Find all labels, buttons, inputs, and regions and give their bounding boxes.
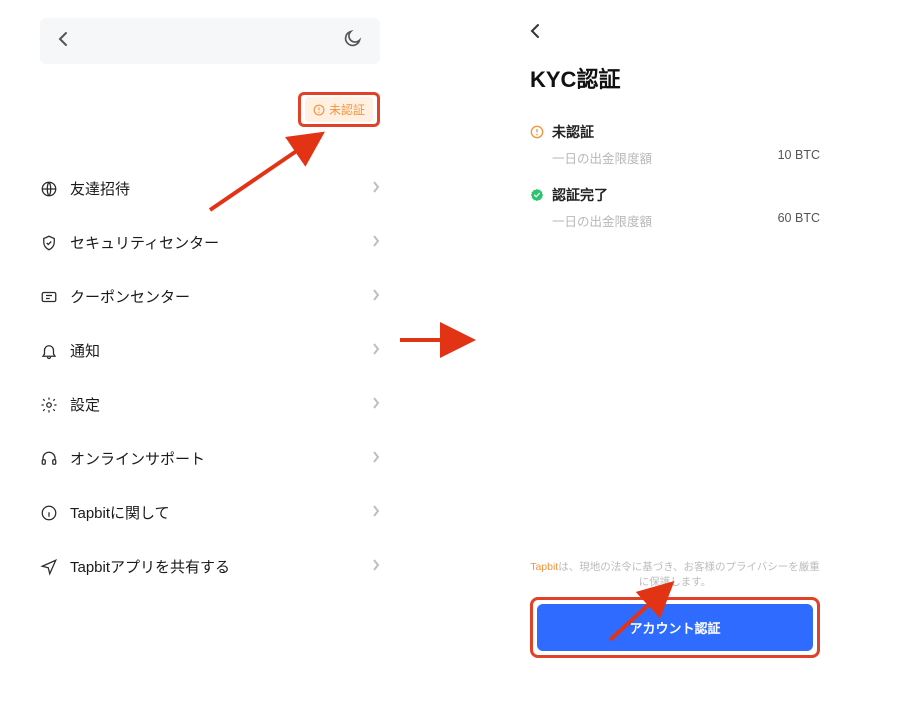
chevron-right-icon	[372, 234, 380, 252]
back-icon[interactable]	[530, 23, 540, 44]
tier-name: 認証完了	[552, 185, 608, 205]
gear-icon	[40, 396, 58, 414]
dark-mode-icon[interactable]	[342, 29, 362, 54]
menu-item-coupon[interactable]: クーポンセンター	[40, 269, 380, 323]
brand-name: Tapbit	[530, 561, 558, 573]
info-icon	[40, 504, 58, 522]
tier-limit-value: 10 BTC	[778, 148, 820, 167]
chevron-right-icon	[372, 558, 380, 576]
menu-item-label: セキュリティセンター	[70, 232, 219, 253]
chevron-right-icon	[372, 180, 380, 198]
menu-item-label: Tapbitアプリを共有する	[70, 556, 230, 577]
kyc-screen: KYC認証 未認証 一日の出金限度額 10 BTC 認証完了 一日の出金限度額 …	[530, 18, 820, 658]
chevron-right-icon	[372, 288, 380, 306]
menu-item-label: クーポンセンター	[70, 286, 190, 307]
verify-account-button[interactable]: アカウント認証	[537, 604, 813, 651]
alert-icon	[313, 104, 325, 116]
menu-item-share[interactable]: Tapbitアプリを共有する	[40, 539, 380, 593]
kyc-tier-verified: 認証完了 一日の出金限度額 60 BTC	[530, 185, 820, 230]
verification-badge-highlight: 未認証	[40, 92, 380, 127]
coupon-icon	[40, 288, 58, 306]
tier-sub-label: 一日の出金限度額	[552, 211, 652, 230]
verify-button-highlight: アカウント認証	[530, 597, 820, 658]
bell-icon	[40, 342, 58, 360]
verification-badge[interactable]: 未認証	[305, 97, 373, 122]
back-icon[interactable]	[58, 31, 68, 52]
privacy-disclaimer: Tapbitは、現地の法令に基づき、お客様のプライバシーを厳重に保護します。	[530, 560, 820, 592]
menu-item-label: Tapbitに関して	[70, 502, 170, 523]
disclaimer-text: は、現地の法令に基づき、お客様のプライバシーを厳重に保護します。	[558, 561, 820, 589]
menu-item-settings[interactable]: 設定	[40, 377, 380, 431]
shield-icon	[40, 234, 58, 252]
headset-icon	[40, 450, 58, 468]
menu-item-label: 設定	[70, 394, 100, 415]
menu-item-security[interactable]: セキュリティセンター	[40, 215, 380, 269]
verification-badge-frame: 未認証	[298, 92, 380, 127]
tier-name: 未認証	[552, 122, 594, 142]
send-icon	[40, 558, 58, 576]
menu-item-notifications[interactable]: 通知	[40, 323, 380, 377]
top-bar	[40, 18, 380, 64]
menu-item-support[interactable]: オンラインサポート	[40, 431, 380, 485]
verify-icon	[530, 188, 544, 202]
menu-item-about[interactable]: Tapbitに関して	[40, 485, 380, 539]
menu-item-invite[interactable]: 友達招待	[40, 161, 380, 215]
alert-icon	[530, 125, 544, 139]
globe-icon	[40, 180, 58, 198]
verification-badge-label: 未認証	[329, 101, 365, 118]
tier-limit-value: 60 BTC	[778, 211, 820, 230]
menu-item-label: 通知	[70, 340, 100, 361]
kyc-title: KYC認証	[530, 62, 820, 94]
kyc-tier-unverified: 未認証 一日の出金限度額 10 BTC	[530, 122, 820, 167]
tier-sub-label: 一日の出金限度額	[552, 148, 652, 167]
settings-menu: 友達招待 セキュリティセンター クーポンセンター 通知	[40, 161, 380, 593]
menu-item-label: 友達招待	[70, 178, 130, 199]
chevron-right-icon	[372, 450, 380, 468]
chevron-right-icon	[372, 396, 380, 414]
settings-screen: 未認証 友達招待 セキュリティセンター クーポンセンター	[40, 18, 380, 593]
chevron-right-icon	[372, 342, 380, 360]
menu-item-label: オンラインサポート	[70, 448, 205, 469]
chevron-right-icon	[372, 504, 380, 522]
kyc-top-bar	[530, 18, 820, 48]
